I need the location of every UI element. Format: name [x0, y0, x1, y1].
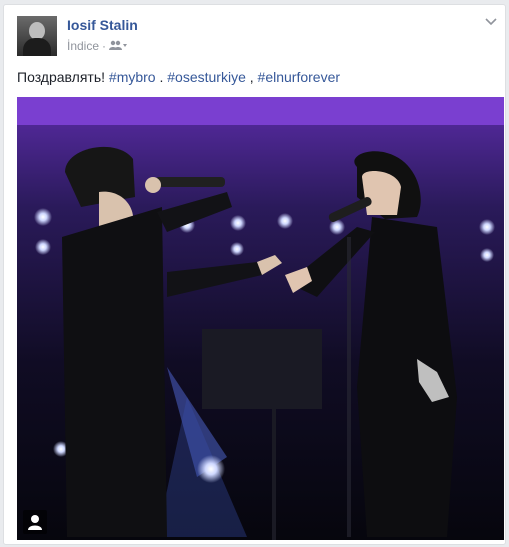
message-punct-2: ,: [249, 69, 254, 85]
author-avatar[interactable]: [17, 16, 57, 56]
message-punct-1: .: [159, 69, 164, 85]
stage-photo-illustration: [17, 97, 504, 540]
chevron-down-icon[interactable]: [484, 15, 498, 29]
hashtag-elnurforever[interactable]: #elnurforever: [258, 69, 341, 85]
post-card: Iosif Stalin İndice · Поздравлять! #mybr…: [3, 4, 506, 545]
post-photo[interactable]: [17, 97, 504, 540]
message-text: Поздравлять!: [17, 69, 106, 85]
post-time[interactable]: İndice: [67, 39, 99, 53]
author-name[interactable]: Iosif Stalin: [67, 17, 138, 33]
meta-separator: ·: [102, 39, 107, 53]
post-meta: İndice ·: [67, 39, 128, 53]
post-message: Поздравлять! #mybro . #osesturkiye , #el…: [17, 69, 340, 85]
hashtag-osesturkiye[interactable]: #osesturkiye: [167, 69, 246, 85]
hashtag-mybro[interactable]: #mybro: [109, 69, 156, 85]
friends-icon[interactable]: [109, 39, 128, 53]
person-icon[interactable]: [23, 510, 47, 534]
